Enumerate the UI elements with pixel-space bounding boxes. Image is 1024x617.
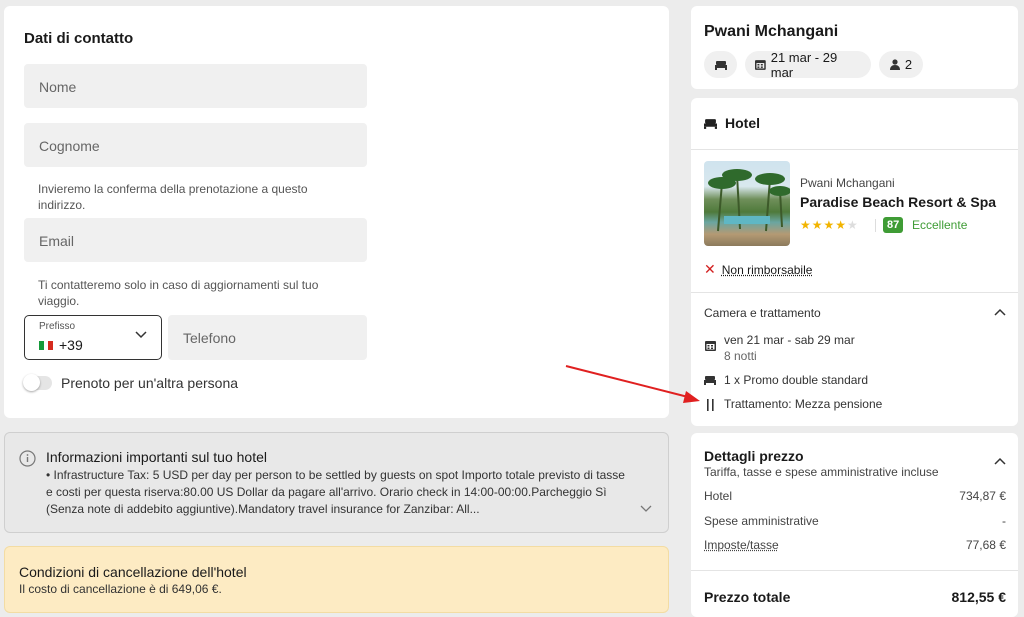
- bed-icon: [704, 376, 716, 385]
- trip-summary-card: Pwani Mchangani 21 mar - 29 mar 2: [691, 6, 1018, 89]
- email-placeholder: Email: [39, 233, 75, 249]
- stars-on: ★★★★: [800, 218, 848, 232]
- first-name-placeholder: Nome: [39, 79, 77, 95]
- prefix-label: Prefisso: [39, 321, 76, 332]
- dates-chip: 21 mar - 29 mar: [745, 49, 871, 80]
- price-row: Imposte/tasse 77,68 €: [704, 538, 1006, 552]
- price-row-label: Spese amministrative: [704, 514, 819, 528]
- info-title: Informazioni importanti sul tuo hotel: [46, 449, 267, 465]
- expand-chevron-icon[interactable]: [640, 505, 652, 513]
- divider: [691, 570, 1018, 571]
- other-person-toggle[interactable]: [23, 374, 52, 391]
- price-title: Dettagli prezzo: [704, 448, 804, 464]
- board-line: Trattamento: Mezza pensione: [704, 397, 882, 411]
- board-type: Trattamento: Mezza pensione: [724, 397, 883, 411]
- price-row-value: 734,87 €: [959, 489, 1006, 503]
- price-details-card: Dettagli prezzo Tariffa, tasse e spese a…: [691, 433, 1018, 617]
- other-person-label: Prenoto per un'altra persona: [61, 375, 239, 391]
- cancellation-body: Il costo di cancellazione è di 649,06 €.: [19, 582, 222, 596]
- bed-icon: [704, 118, 717, 129]
- bed-icon: [714, 60, 727, 70]
- price-row-value: -: [1002, 514, 1006, 528]
- hotel-photo[interactable]: [704, 161, 790, 246]
- contact-details-card: Dati di contatto Nome Cognome Invieremo …: [4, 6, 669, 418]
- calendar-icon: [755, 60, 766, 70]
- total-price-value: 812,55 €: [951, 589, 1007, 605]
- stay-dates: ven 21 mar - sab 29 mar: [724, 333, 855, 347]
- phone-placeholder: Telefono: [183, 330, 236, 346]
- total-price-label: Prezzo totale: [704, 589, 791, 605]
- info-body: • Infrastructure Tax: 5 USD per day per …: [46, 468, 625, 516]
- person-icon: [889, 59, 900, 70]
- hotel-chip: [704, 51, 737, 78]
- email-hint: Invieremo la conferma della prenotazione…: [38, 182, 308, 212]
- destination-title: Pwani Mchangani: [704, 23, 839, 40]
- hotel-info-card: Informazioni importanti sul tuo hotel • …: [4, 432, 669, 533]
- stars-off: ★: [847, 218, 859, 232]
- chevron-up-icon[interactable]: [994, 457, 1006, 465]
- phone-field[interactable]: Telefono: [168, 315, 367, 360]
- hotel-location: Pwani Mchangani: [800, 176, 895, 190]
- review-score-badge: 87: [883, 217, 904, 233]
- email-field[interactable]: Email: [24, 218, 367, 262]
- price-row: Hotel 734,87 €: [704, 489, 1006, 503]
- nights-count: 8 notti: [724, 349, 757, 363]
- hotel-section-title: Hotel: [725, 115, 760, 131]
- hotel-name: Paradise Beach Resort & Spa: [800, 194, 997, 210]
- phone-hint: Ti contatteremo solo in caso di aggiorna…: [38, 278, 319, 308]
- close-icon: ✕: [704, 261, 716, 277]
- contact-title: Dati di contatto: [24, 30, 134, 47]
- price-row: Spese amministrative -: [704, 514, 1006, 528]
- last-name-placeholder: Cognome: [39, 138, 100, 154]
- price-subtitle: Tariffa, tasse e spese amministrative in…: [704, 465, 939, 479]
- first-name-field[interactable]: Nome: [24, 64, 367, 108]
- calendar-icon: [704, 341, 716, 351]
- last-name-field[interactable]: Cognome: [24, 123, 367, 167]
- divider: [691, 292, 1018, 293]
- chevron-down-icon: [135, 331, 147, 339]
- cancellation-card: Condizioni di cancellazione dell'hotel I…: [4, 546, 669, 613]
- room-section-title: Camera e trattamento: [704, 306, 821, 320]
- total-price-row: Prezzo totale 812,55 €: [704, 589, 1006, 605]
- refund-policy-label: Non rimborsabile: [721, 262, 813, 277]
- guests-count: 2: [904, 57, 913, 72]
- italy-flag-icon: [39, 340, 54, 350]
- prefix-value: +39: [59, 337, 83, 353]
- review-score-label: Eccellente: [912, 218, 968, 232]
- phone-prefix-select[interactable]: Prefisso +39: [24, 315, 162, 360]
- price-row-value: 77,68 €: [965, 538, 1006, 552]
- cancellation-title: Condizioni di cancellazione dell'hotel: [19, 564, 247, 580]
- chevron-up-icon[interactable]: [994, 308, 1006, 316]
- stay-dates-line: ven 21 mar - sab 29 mar 8 notti: [704, 332, 855, 364]
- divider: [875, 219, 876, 232]
- price-row-label: Hotel: [704, 489, 733, 503]
- palm-trees-image: [708, 169, 790, 232]
- guests-chip: 2: [879, 51, 923, 78]
- info-icon: [19, 450, 36, 467]
- hotel-card: Hotel Pwani Mchangani Paradise Beach Res…: [691, 98, 1018, 426]
- cutlery-icon: [706, 399, 714, 411]
- room-type: 1 x Promo double standard: [724, 373, 869, 387]
- star-rating: ★★★★★: [800, 218, 859, 232]
- room-line: 1 x Promo double standard: [704, 373, 868, 387]
- dates-text: 21 mar - 29 mar: [770, 49, 838, 80]
- taxes-link[interactable]: Imposte/tasse: [704, 538, 779, 552]
- refund-policy[interactable]: ✕ Non rimborsabile: [704, 261, 812, 278]
- divider: [691, 149, 1018, 150]
